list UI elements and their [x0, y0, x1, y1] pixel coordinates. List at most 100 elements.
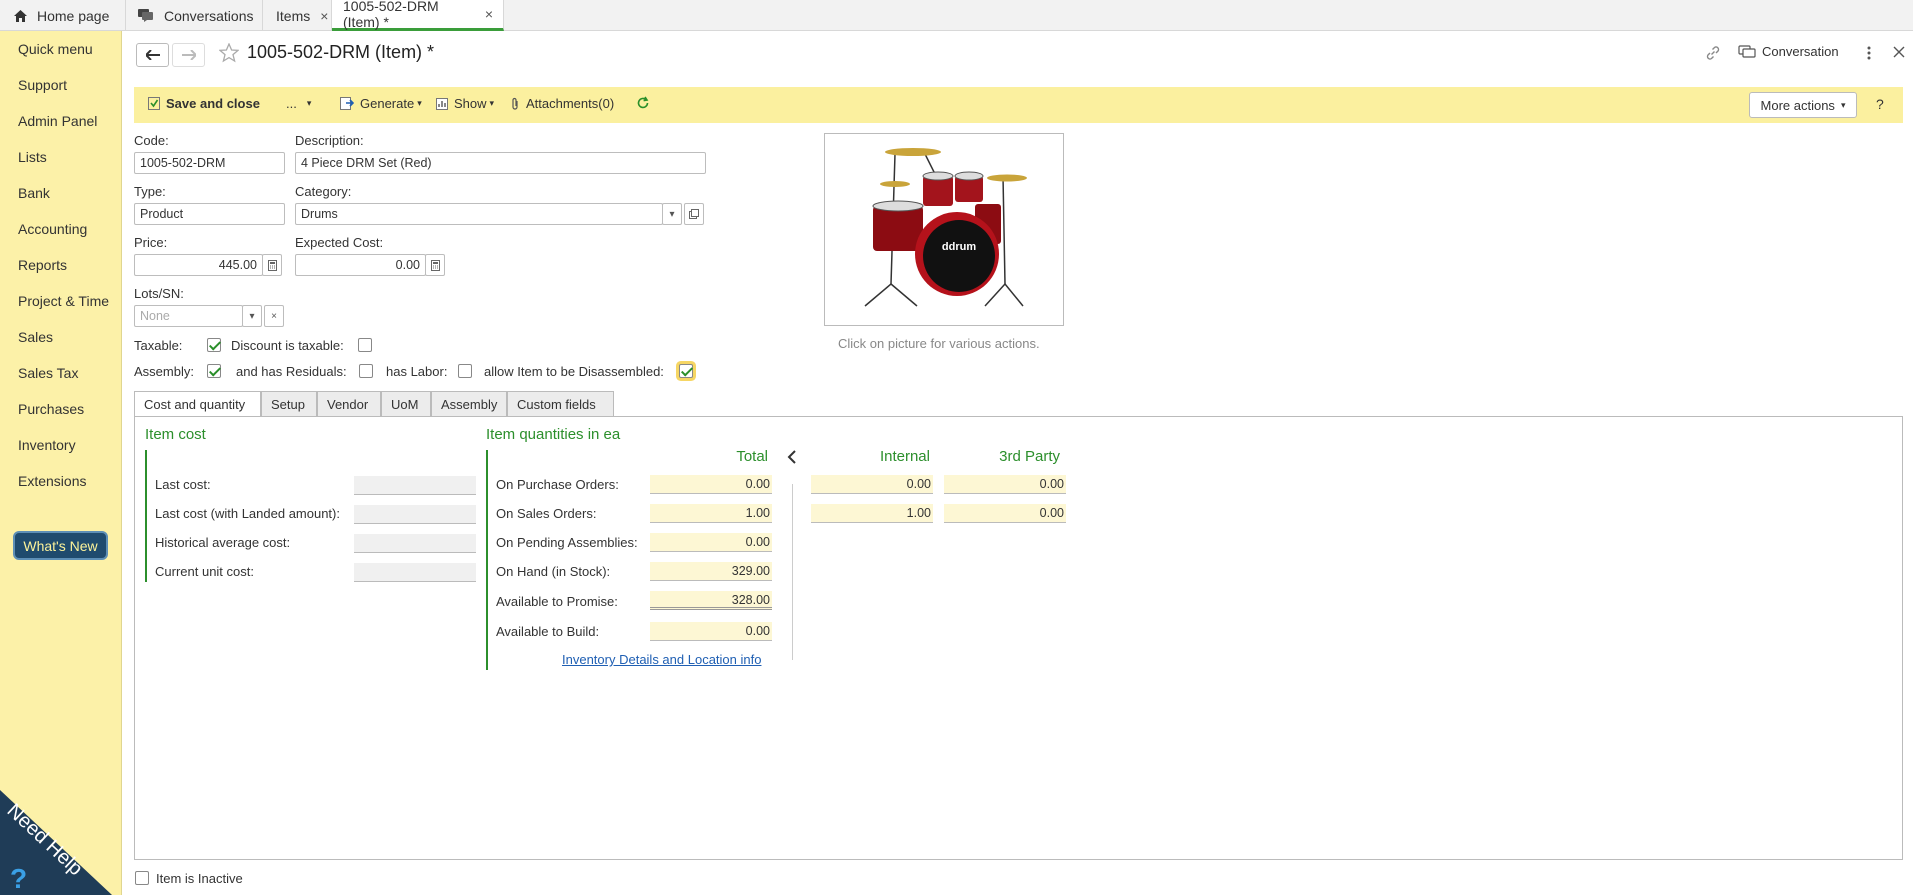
sidebar-item-lists[interactable]: Lists: [18, 149, 47, 165]
last-cost-label: Last cost:: [155, 477, 211, 492]
attachments-button[interactable]: Attachments(0): [510, 96, 614, 111]
code-input[interactable]: 1005-502-DRM: [134, 152, 285, 174]
historical-average-cost-label: Historical average cost:: [155, 535, 291, 550]
col-total-header: Total: [736, 448, 768, 465]
lots-sn-clear-button[interactable]: ×: [264, 305, 284, 327]
item-inactive-checkbox[interactable]: [135, 871, 149, 885]
expected-cost-input[interactable]: 0.00: [295, 254, 426, 276]
category-open-button[interactable]: [684, 203, 704, 225]
drum-set-image: ddrum: [864, 148, 1027, 307]
category-input[interactable]: Drums: [295, 203, 663, 225]
help-button[interactable]: ?: [1876, 96, 1884, 112]
sidebar-item-purchases[interactable]: Purchases: [18, 401, 84, 417]
show-button[interactable]: Show ▾: [436, 96, 494, 111]
sidebar-item-admin-panel[interactable]: Admin Panel: [18, 113, 97, 129]
has-residuals-label: and has Residuals:: [236, 364, 347, 379]
last-cost-landed-label: Last cost (with Landed amount):: [155, 506, 340, 521]
quantities-column-divider: [792, 484, 793, 660]
clear-icon: ×: [271, 310, 277, 322]
assembly-label: Assembly:: [134, 364, 194, 379]
item-picture[interactable]: ddrum: [824, 133, 1064, 326]
close-window-icon[interactable]: [1893, 46, 1905, 61]
more-dots-label: ...: [286, 96, 297, 111]
generate-icon: [340, 97, 354, 110]
need-help-badge[interactable]: Need Help ?: [0, 780, 122, 895]
price-calculator-button[interactable]: [262, 254, 282, 276]
picture-caption: Click on picture for various actions.: [838, 336, 1040, 351]
tab-label: Items: [276, 7, 311, 24]
sidebar-item-inventory[interactable]: Inventory: [18, 437, 76, 453]
assembly-checkbox[interactable]: [207, 364, 221, 378]
sidebar-item-sales-tax[interactable]: Sales Tax: [18, 365, 78, 381]
last-cost-value: [354, 476, 476, 495]
on-sales-orders-label: On Sales Orders:: [496, 506, 597, 521]
tab-items[interactable]: Items ×: [263, 0, 332, 31]
allow-disassemble-checkbox[interactable]: [679, 364, 693, 378]
refresh-icon[interactable]: [636, 96, 656, 110]
sidebar-item-quick-menu[interactable]: Quick menu: [18, 41, 93, 57]
toolbar: Save and close ... ▾ Generate ▾ Show ▾ A…: [134, 87, 1903, 123]
on-purchase-orders-label: On Purchase Orders:: [496, 477, 619, 492]
on-sales-orders-third-party: 0.00: [944, 504, 1066, 523]
on-pending-assemblies-label: On Pending Assemblies:: [496, 535, 638, 550]
close-icon[interactable]: ×: [320, 8, 328, 24]
close-icon[interactable]: ×: [485, 6, 493, 22]
col-third-party-header: 3rd Party: [999, 448, 1060, 465]
sidebar-item-accounting[interactable]: Accounting: [18, 221, 87, 237]
tab-assembly[interactable]: Assembly: [431, 391, 507, 417]
back-button[interactable]: [136, 43, 169, 67]
price-input[interactable]: 445.00: [134, 254, 263, 276]
expected-cost-calculator-button[interactable]: [425, 254, 445, 276]
chevron-down-icon: ▾: [249, 310, 255, 322]
sidebar-item-project-time[interactable]: Project & Time: [18, 293, 109, 309]
tab-cost-and-quantity[interactable]: Cost and quantity: [134, 391, 261, 418]
has-labor-checkbox[interactable]: [458, 364, 472, 378]
sidebar-item-sales[interactable]: Sales: [18, 329, 53, 345]
on-purchase-orders-internal: 0.00: [811, 475, 933, 494]
generate-button[interactable]: Generate ▾: [340, 96, 422, 111]
sidebar-item-bank[interactable]: Bank: [18, 185, 50, 201]
kebab-menu-icon[interactable]: [1866, 45, 1872, 64]
taxable-checkbox[interactable]: [207, 338, 221, 352]
inventory-details-link[interactable]: Inventory Details and Location info: [562, 652, 761, 667]
conversation-label: Conversation: [1762, 44, 1839, 59]
type-label: Type:: [134, 184, 166, 199]
save-and-close-button[interactable]: Save and close: [148, 96, 260, 111]
available-to-promise-label: Available to Promise:: [496, 594, 618, 609]
sidebar-item-extensions[interactable]: Extensions: [18, 473, 86, 489]
sidebar-item-reports[interactable]: Reports: [18, 257, 67, 273]
on-hand-label: On Hand (in Stock):: [496, 564, 611, 579]
type-input[interactable]: Product: [134, 203, 285, 225]
lots-sn-input[interactable]: None: [134, 305, 243, 327]
whats-new-button[interactable]: What's New: [13, 531, 108, 560]
conversation-button[interactable]: Conversation: [1738, 44, 1839, 59]
top-tab-bar: Home page Conversations Items × 1005-502…: [0, 0, 1913, 31]
more-dots-button[interactable]: ... ▾: [286, 96, 311, 111]
tab-label: Conversations: [164, 7, 254, 24]
collapse-chevron-left-icon[interactable]: [787, 449, 797, 468]
tab-vendor[interactable]: Vendor: [317, 391, 381, 417]
category-dropdown-button[interactable]: ▾: [662, 203, 682, 225]
tab-setup[interactable]: Setup: [261, 391, 317, 417]
forward-button[interactable]: [172, 43, 205, 67]
tab-conversations[interactable]: Conversations: [126, 0, 263, 31]
discount-taxable-checkbox[interactable]: [358, 338, 372, 352]
more-actions-label: More actions: [1760, 97, 1835, 113]
favorite-star-icon[interactable]: [218, 42, 240, 66]
tab-uom[interactable]: UoM: [381, 391, 431, 417]
tab-home-page[interactable]: Home page: [0, 0, 126, 31]
more-actions-button[interactable]: More actions ▾: [1749, 92, 1857, 118]
tab-custom-fields[interactable]: Custom fields: [507, 391, 614, 417]
tab-item-1005-502-drm[interactable]: 1005-502-DRM (Item) * ×: [332, 0, 504, 31]
description-input[interactable]: 4 Piece DRM Set (Red): [295, 152, 706, 174]
drum-brand-label: ddrum: [942, 241, 976, 253]
current-unit-cost-label: Current unit cost:: [155, 564, 254, 579]
link-icon[interactable]: [1705, 45, 1721, 64]
sidebar: Quick menu Support Admin Panel Lists Ban…: [0, 31, 122, 895]
discount-taxable-label: Discount is taxable:: [231, 338, 344, 353]
sidebar-item-support[interactable]: Support: [18, 77, 67, 93]
has-residuals-checkbox[interactable]: [359, 364, 373, 378]
calculator-icon: [267, 259, 277, 271]
lots-sn-dropdown-button[interactable]: ▾: [242, 305, 262, 327]
chevron-down-icon: ▾: [669, 208, 675, 220]
